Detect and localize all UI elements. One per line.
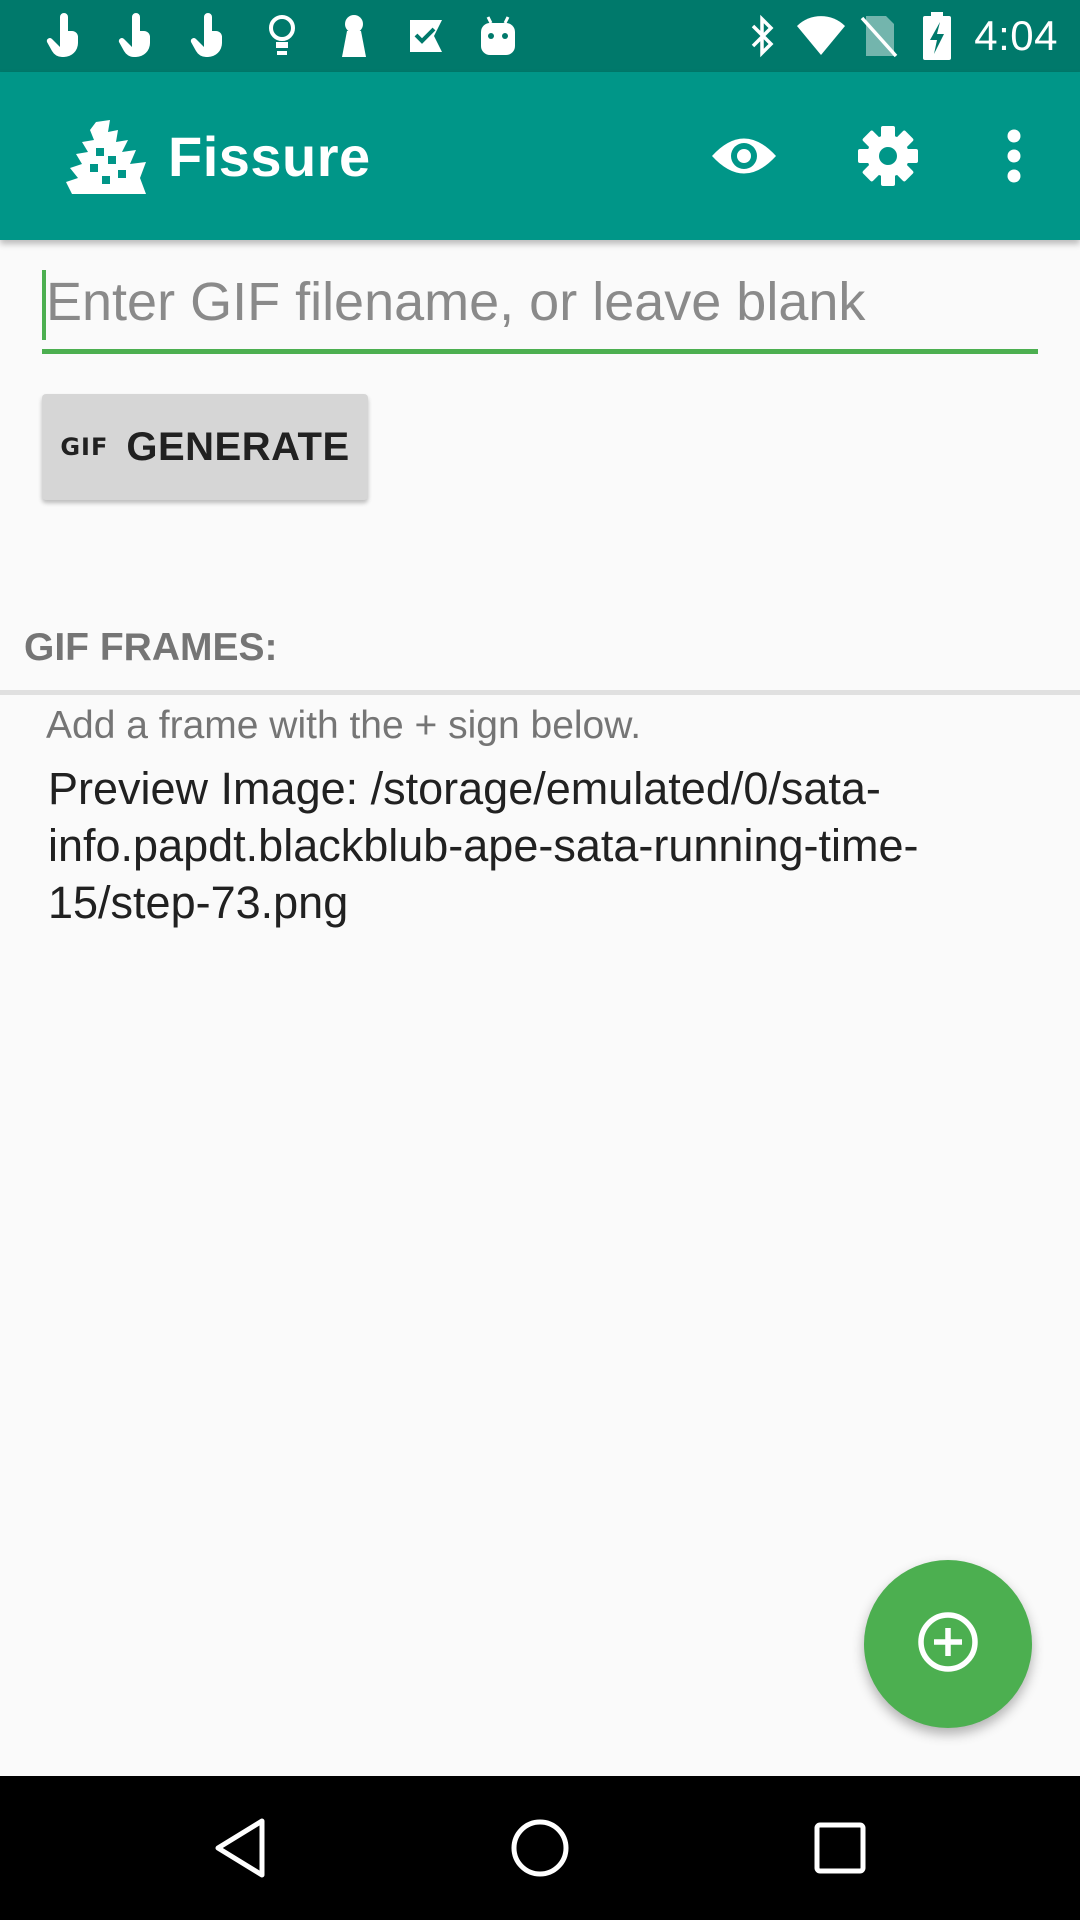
- system-icons: 4:04: [734, 10, 1058, 62]
- battery-charging-icon: [908, 10, 966, 62]
- more-vert-icon[interactable]: [962, 104, 1066, 208]
- section-divider: [0, 690, 1080, 695]
- notification-icons: [30, 10, 534, 62]
- frames-hint-text: Add a frame with the + sign below.: [46, 704, 642, 747]
- check-flag-icon: [390, 10, 462, 62]
- touch-app-icon: [174, 10, 246, 62]
- generate-button-label: GENERATE: [126, 424, 350, 469]
- keyhole-icon: [318, 10, 390, 62]
- screen: 4:04 Fissure Enter GIF filename, or leav…: [0, 0, 1080, 1920]
- fissure-logo-icon: [66, 118, 148, 196]
- no-sim-icon: [850, 10, 908, 62]
- gear-icon[interactable]: [836, 104, 940, 208]
- eye-icon[interactable]: [692, 104, 796, 208]
- add-circle-icon: [917, 1611, 979, 1678]
- text-cursor: [42, 270, 46, 340]
- lightbulb-icon: [246, 10, 318, 62]
- recents-icon[interactable]: [790, 1798, 890, 1898]
- wifi-icon: [792, 10, 850, 62]
- gif-frames-header: GIF FRAMES:: [24, 626, 278, 669]
- gif-filename-input[interactable]: [42, 262, 1038, 342]
- bluetooth-icon: [734, 10, 792, 62]
- android-icon: [462, 10, 534, 62]
- back-icon[interactable]: [190, 1798, 290, 1898]
- status-bar: 4:04: [0, 0, 1080, 72]
- navigation-bar: [0, 1776, 1080, 1920]
- touch-app-icon: [30, 10, 102, 62]
- input-underline: [42, 349, 1038, 354]
- status-time: 4:04: [974, 12, 1058, 59]
- filename-field: [42, 262, 1038, 354]
- preview-image-path: Preview Image: /storage/emulated/0/sata-…: [48, 763, 919, 928]
- home-icon[interactable]: [490, 1798, 590, 1898]
- app-bar: Fissure: [0, 72, 1080, 240]
- touch-app-icon: [102, 10, 174, 62]
- gif-icon: GIF: [60, 433, 109, 461]
- generate-button[interactable]: GIF GENERATE: [42, 394, 368, 500]
- app-title: Fissure: [168, 125, 371, 188]
- add-frame-fab[interactable]: [864, 1560, 1032, 1728]
